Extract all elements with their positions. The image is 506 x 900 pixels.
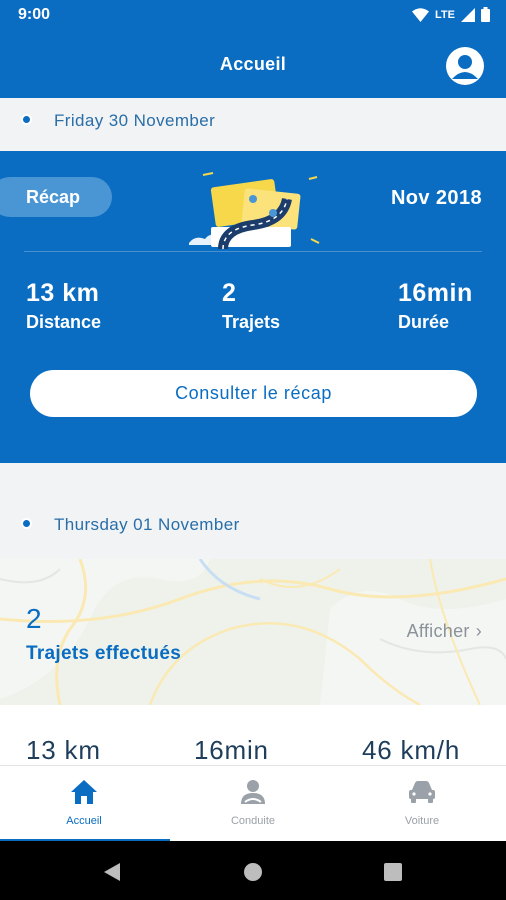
signal-icon: [461, 7, 475, 22]
home-icon: [71, 780, 97, 804]
timeline-dot: [21, 114, 32, 125]
profile-button[interactable]: [446, 47, 484, 85]
network-type: LTE: [435, 8, 455, 21]
recap-divider: [24, 251, 482, 252]
user-icon: [452, 55, 478, 79]
nav-accueil[interactable]: Accueil: [0, 766, 168, 842]
stat-label: Durée: [398, 312, 450, 332]
timeline-date: Friday 30 November: [54, 111, 216, 130]
recap-badge-label: Récap: [26, 187, 81, 207]
timeline-date-row: Thursday 01 November: [0, 463, 506, 559]
app-bar: Accueil: [0, 32, 506, 98]
timeline-dot: [21, 518, 32, 529]
recap-month: Nov 2018: [390, 187, 482, 209]
stat-duration: 16min Durée: [398, 279, 473, 333]
page-title: Accueil: [219, 54, 287, 74]
stat-label: Distance: [26, 312, 102, 332]
chevron-right-icon: ›: [475, 621, 482, 641]
show-trips-label: Afficher: [406, 621, 470, 641]
nav-label: Voiture: [404, 815, 440, 827]
trip-duration: 16min: [194, 735, 269, 765]
car-icon: [409, 781, 435, 803]
stat-trips: 2 Trajets: [222, 279, 280, 333]
view-recap-button[interactable]: Consulter le récap: [30, 370, 477, 417]
stat-label: Trajets: [222, 312, 281, 332]
recap-illustration: [189, 172, 320, 250]
recents-icon[interactable]: [384, 863, 402, 881]
recap-card: Récap Nov 2018 13 km Distance 2 Trajets …: [0, 151, 506, 463]
trip-count: 2: [26, 603, 42, 634]
timeline-date: Thursday 01 November: [54, 515, 240, 534]
nav-label: Conduite: [230, 815, 276, 827]
timeline-date-row: Friday 30 November: [0, 98, 506, 151]
stat-value: 2: [222, 279, 237, 307]
trip-distance: 13 km: [26, 735, 101, 765]
battery-icon: [481, 7, 490, 22]
system-nav-bar: [0, 841, 506, 900]
show-trips-link[interactable]: Afficher ›: [407, 621, 482, 642]
stat-value: 13 km: [26, 279, 100, 307]
trip-speed: 46 km/h: [362, 735, 461, 765]
driver-icon: [241, 780, 265, 804]
nav-label: Accueil: [66, 815, 102, 827]
trip-card[interactable]: 2 Trajets effectués Afficher › 13 km 16mi…: [0, 559, 506, 769]
nav-voiture[interactable]: Voiture: [338, 766, 506, 842]
back-icon[interactable]: [102, 862, 122, 882]
status-bar: 9:00 LTE: [0, 0, 506, 32]
nav-conduite[interactable]: Conduite: [169, 766, 337, 842]
status-time: 9:00: [18, 6, 51, 23]
trip-count-label: Trajets effectués: [26, 643, 182, 664]
bottom-navigation: Accueil Conduite Voiture: [0, 765, 506, 842]
wifi-icon: [412, 7, 430, 22]
stat-distance: 13 km Distance: [26, 279, 101, 333]
recap-badge: Récap: [0, 177, 112, 217]
stat-value: 16min: [398, 279, 473, 307]
home-circle-icon[interactable]: [243, 862, 263, 882]
